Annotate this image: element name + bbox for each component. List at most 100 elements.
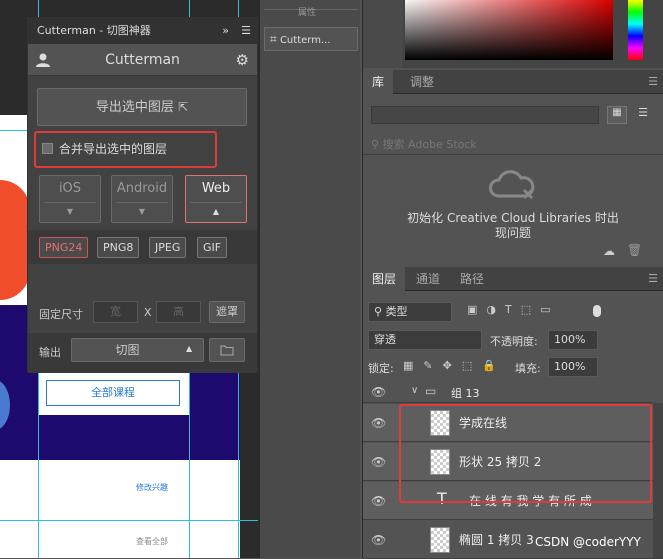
x-label: X [144,306,152,319]
output-select[interactable]: 切图 [71,338,204,362]
crop-icon: ⌗ [270,32,277,46]
platform-ios[interactable]: iOS ▼ [39,175,101,223]
fill-label: 填充: [515,362,541,375]
group-row[interactable]: 👁 ∨ ▭ 组 13 [363,381,653,403]
dock-item-label: Cutterm... [279,35,331,46]
height-input[interactable]: 高 [156,301,201,323]
export-selected-button[interactable]: 导出选中图层 ⇱ [37,88,247,126]
layers-panel: 图层 通道 路径 ☰ ⚲ 类型 ▣◑T⬚▭ 穿透 不透明度: 100% 锁定: … [363,267,663,559]
layer-filter-select[interactable]: ⚲ 类型 [368,302,452,322]
scrollbar[interactable] [653,403,663,558]
stock-search-input[interactable]: ⚲ 搜索 Adobe Stock [371,136,477,152]
panel-menu-icon[interactable]: ☰ [648,272,658,285]
canvas-red-shape [0,180,30,300]
libraries-panel: 库 调整 ☰ ▦ ☰ ⚲ 搜索 Adobe Stock 初始化 Creative… [363,70,663,265]
fill-input[interactable]: 100% [548,357,598,377]
cloud-sync-icon[interactable]: ☁ [603,244,615,258]
lock-label: 锁定: [368,362,394,375]
opacity-input[interactable]: 100% [548,330,598,350]
message-line: 初始化 Creative Cloud Libraries 时出 [407,211,619,225]
panel-header: Cutterman - 切图神器 » ☰ [28,18,257,44]
format-jpeg[interactable]: JPEG [149,237,187,258]
platform-label: Android [116,181,168,196]
chevron-down-icon[interactable]: ∨ [411,385,418,396]
external-link-icon: ⇱ [178,100,189,114]
platform-web[interactable]: Web ▲ [185,175,247,223]
chevron-up-icon: ▲ [190,202,242,217]
tab-adjust[interactable]: 调整 [401,70,443,94]
edit-interest-link: 修改兴趣 [136,483,168,492]
library-dropdown[interactable] [371,106,599,124]
folder-icon [220,345,234,356]
highlight-box [399,404,652,503]
platform-label: Web [201,181,231,196]
panel-menu-icon[interactable]: ☰ [241,18,251,44]
eye-icon[interactable]: 👁 [371,521,393,559]
search-placeholder: 搜索 Adobe Stock [382,138,477,151]
format-gif[interactable]: GIF [197,237,228,258]
output-label: 输出 [39,346,61,359]
list-view-icon[interactable]: ☰ [633,106,653,124]
platform-label: iOS [58,181,82,196]
right-panels: 库 调整 ☰ ▦ ☰ ⚲ 搜索 Adobe Stock 初始化 Creative… [362,0,663,559]
grid-view-icon[interactable]: ▦ [607,106,627,124]
highlight-box [34,131,217,168]
output-value: 切图 [115,343,140,357]
width-input[interactable]: 宽 [93,301,138,323]
cloud-error-icon [488,168,536,208]
layer-name: 椭圆 1 拷贝 3 [459,533,534,547]
chevron-down-icon: ▼ [44,202,96,217]
cutterman-panel: Cutterman - 切图神器 » ☰ Cutterman ⚙ 导出选中图层 … [27,17,258,373]
watermark: CSDN @coderYYY [535,535,641,549]
filter-value: 类型 [385,305,408,318]
eye-icon[interactable]: 👁 [371,443,393,481]
panel-menu-icon[interactable]: ☰ [648,75,658,88]
all-courses-button: 全部课程 [46,380,180,406]
folder-icon: ▭ [425,384,437,398]
eye-icon[interactable]: 👁 [371,482,393,520]
message-line: 现问题 [494,226,531,240]
hue-slider[interactable] [628,0,643,60]
blend-mode-select[interactable]: 穿透 [368,330,482,350]
platform-android[interactable]: Android ▼ [111,175,173,223]
search-icon: ⚲ [371,138,380,151]
chevron-up-icon[interactable]: ▲ [186,344,192,353]
panel-title: Cutterman - 切图神器 [37,24,151,37]
export-label: 导出选中图层 [95,100,174,115]
saturation-field[interactable] [405,0,613,60]
color-swatch-area [363,0,403,68]
fixed-size-label: 固定尺寸 [39,308,83,321]
color-picker[interactable] [363,0,663,68]
lock-icons[interactable]: ▦✎✥⬚🔒 [403,359,506,372]
expand-icon[interactable]: » [222,18,229,44]
tab-layers[interactable]: 图层 [363,267,406,291]
folder-button[interactable] [209,338,245,362]
cutterman-dock-item[interactable]: ⌗ Cutterm... [264,27,358,51]
gear-icon[interactable]: ⚙ [236,51,249,69]
properties-stub[interactable]: 属性 [264,0,358,18]
collapsed-panel-dock: 属性 ⌗ Cutterm... [258,0,360,558]
eye-icon[interactable]: 👁 [371,404,393,442]
group-name: 组 13 [451,387,480,400]
divider [363,154,663,155]
chevron-down-icon: ▼ [116,202,168,217]
library-error-message: 初始化 Creative Cloud Libraries 时出 现问题 [383,211,643,241]
tab-paths[interactable]: 路径 [451,267,493,291]
search-icon: ⚲ [374,305,383,318]
tab-library[interactable]: 库 [363,70,394,94]
mask-button[interactable]: 遮罩 [209,301,245,323]
filter-toggle[interactable] [593,305,601,317]
app-name: Cutterman [105,52,180,68]
eye-icon[interactable]: 👁 [371,385,386,399]
opacity-label: 不透明度: [490,335,538,348]
layer-thumbnail [430,527,450,553]
format-png24[interactable]: PNG24 [39,237,89,258]
cutterman-toolbar: Cutterman ⚙ [28,44,257,76]
trash-icon[interactable]: 🗑 [627,243,642,257]
format-png8[interactable]: PNG8 [97,237,140,258]
layers-tabbar: 图层 通道 路径 ☰ [363,267,663,291]
filter-icons[interactable]: ▣◑T⬚▭ [467,303,560,316]
tab-channels[interactable]: 通道 [407,267,449,291]
view-all-link: 查看全部 [136,537,168,546]
properties-label: 属性 [298,8,317,18]
